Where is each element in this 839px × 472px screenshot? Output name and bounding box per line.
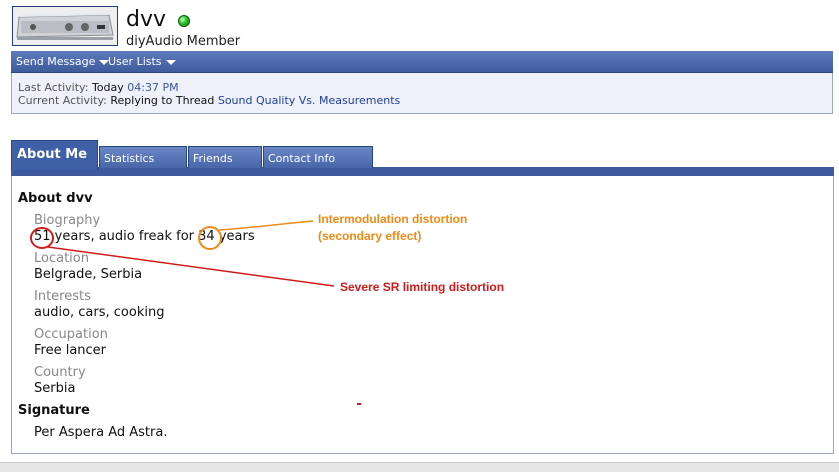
intermod-annotation-line1: Intermodulation distortion: [318, 212, 468, 226]
orange-pointer-line: [218, 220, 314, 231]
red-pointer-line: [47, 246, 335, 287]
intermod-annotation-line2: (secondary effect): [318, 229, 422, 243]
severe-distortion-annotation: Severe SR limiting distortion: [340, 280, 505, 294]
bottom-scroll-edge: [0, 462, 839, 472]
red-circle-annotation: [30, 227, 54, 249]
orange-circle-annotation: [198, 226, 222, 250]
